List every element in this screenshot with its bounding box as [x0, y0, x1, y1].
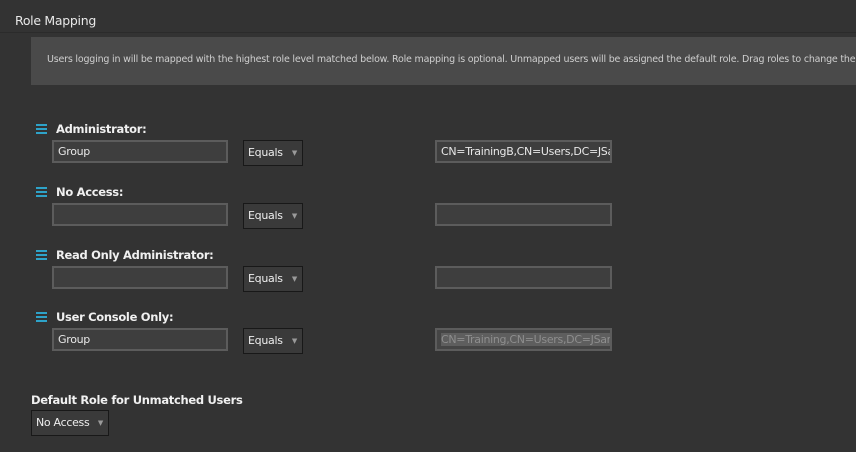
drag-handle-icon[interactable]: [36, 124, 47, 134]
info-banner: Users logging in will be mapped with the…: [31, 37, 856, 85]
operator-select-value: Equals: [248, 146, 283, 159]
page-title: Role Mapping: [15, 13, 96, 28]
role-label: Administrator:: [56, 122, 147, 136]
chevron-down-icon: ▼: [291, 275, 297, 283]
attribute-field[interactable]: Group: [52, 328, 228, 351]
chevron-down-icon: ▼: [97, 419, 103, 427]
chevron-down-icon: ▼: [291, 149, 297, 157]
value-field[interactable]: CN=TrainingB,CN=Users,DC=JSan: [435, 140, 612, 163]
value-field[interactable]: [435, 203, 612, 226]
drag-handle-icon[interactable]: [36, 312, 47, 322]
role-label: No Access:: [56, 185, 124, 199]
default-role-label: Default Role for Unmatched Users: [31, 393, 243, 407]
operator-select-value: Equals: [248, 272, 283, 285]
operator-select[interactable]: Equals ▼: [243, 203, 303, 229]
value-field-selected-text: CN=Training,CN=Users,DC=JSant: [441, 333, 610, 346]
role-row-user-console-only: User Console Only: Group Equals ▼ CN=Tra…: [0, 310, 856, 370]
chevron-down-icon: ▼: [291, 337, 297, 345]
role-row-administrator: Administrator: Group Equals ▼ CN=Trainin…: [0, 122, 856, 182]
operator-select-value: Equals: [248, 334, 283, 347]
operator-select[interactable]: Equals ▼: [243, 328, 303, 354]
value-field[interactable]: CN=Training,CN=Users,DC=JSant: [435, 328, 612, 351]
operator-select[interactable]: Equals ▼: [243, 266, 303, 292]
operator-select[interactable]: Equals ▼: [243, 140, 303, 166]
role-row-read-only-administrator: Read Only Administrator: Equals ▼: [0, 248, 856, 308]
drag-handle-icon[interactable]: [36, 250, 47, 260]
default-role-select[interactable]: No Access ▼: [31, 410, 109, 436]
attribute-field[interactable]: [52, 203, 228, 226]
default-role-select-value: No Access: [36, 416, 90, 429]
value-field[interactable]: [435, 266, 612, 289]
role-row-no-access: No Access: Equals ▼: [0, 185, 856, 245]
title-divider: [0, 32, 856, 33]
attribute-field[interactable]: [52, 266, 228, 289]
info-text: Users logging in will be mapped with the…: [47, 54, 856, 65]
role-label: Read Only Administrator:: [56, 248, 214, 262]
role-label: User Console Only:: [56, 310, 174, 324]
attribute-field[interactable]: Group: [52, 140, 228, 163]
chevron-down-icon: ▼: [291, 212, 297, 220]
operator-select-value: Equals: [248, 209, 283, 222]
drag-handle-icon[interactable]: [36, 187, 47, 197]
